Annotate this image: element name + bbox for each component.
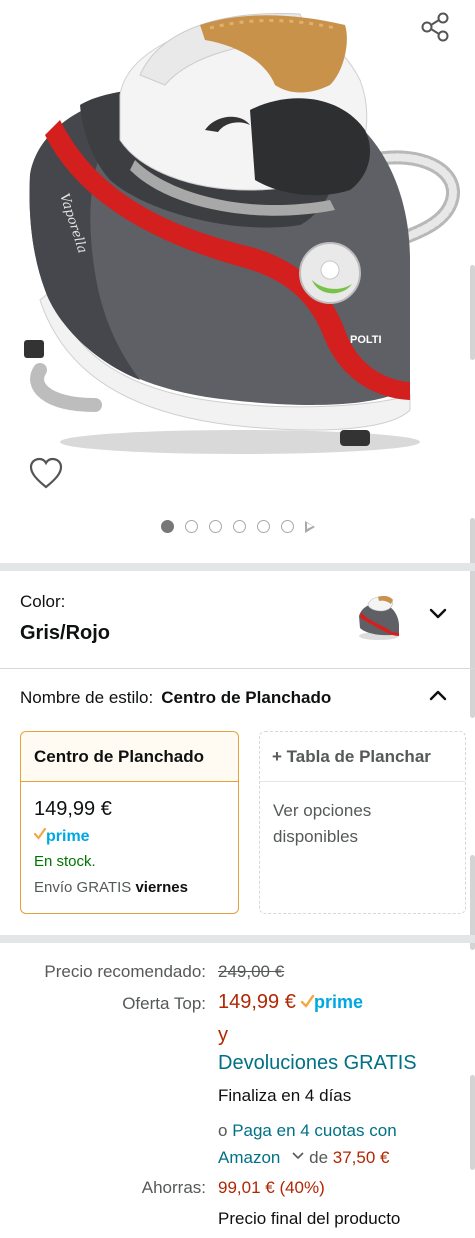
style-option-centro-de-planchado[interactable]: Centro de Planchado 149,99 € prime En st… (20, 731, 239, 914)
pagination-dot[interactable] (184, 520, 198, 533)
free-returns-link[interactable]: Devoluciones GRATIS (218, 1052, 417, 1075)
shipping-day: viernes (135, 879, 188, 896)
pagination-dot[interactable] (160, 520, 174, 533)
conjunction: y (218, 1024, 228, 1046)
style-option-tabla-de-planchar[interactable]: + Tabla de Planchar Ver opciones disponi… (259, 731, 466, 914)
deal-price: 149,99 € (218, 990, 296, 1013)
option-price: 149,99 € (34, 798, 112, 820)
pagination-dot[interactable] (256, 520, 270, 533)
pagination-dot[interactable] (208, 520, 222, 533)
pagination-dot[interactable] (232, 520, 246, 533)
pagination-dot[interactable] (280, 520, 294, 533)
installments-prefix: o (218, 1121, 233, 1140)
list-price-label: Precio recomendado: (44, 962, 206, 981)
prime-label: prime (46, 828, 90, 845)
list-price: 249,00 € (218, 962, 285, 981)
product-image[interactable]: POLTI Vaporella (0, 0, 475, 510)
installments-de: de (309, 1148, 333, 1167)
video-play-icon[interactable] (304, 520, 315, 533)
style-value: Centro de Planchado (161, 688, 332, 707)
deal-label: Oferta Top: (122, 994, 206, 1013)
chevron-down-icon[interactable] (291, 1151, 305, 1161)
image-pagination[interactable] (0, 520, 475, 533)
stock-status: En stock. (34, 853, 96, 870)
color-label: Color: (20, 592, 66, 611)
color-value: Gris/Rojo (20, 622, 111, 644)
final-price-note: Precio final del producto (218, 1209, 401, 1228)
installments-info: o Paga en 4 cuotas con Amazon de 37,50 € (218, 1117, 458, 1171)
savings-label: Ahorras: (141, 1178, 206, 1197)
scroll-indicator (470, 518, 475, 718)
color-swatch-thumbnail[interactable] (354, 592, 404, 644)
prime-badge: prime (300, 992, 363, 1012)
option-note: Ver opciones disponibles (273, 801, 372, 846)
option-name: Centro de Planchado (21, 732, 238, 782)
chevron-down-icon[interactable] (427, 603, 449, 625)
product-gallery[interactable]: POLTI Vaporella (0, 0, 475, 560)
option-name: + Tabla de Planchar (260, 732, 465, 782)
prime-badge: prime (34, 827, 90, 845)
section-divider (0, 935, 475, 943)
scroll-indicator (470, 265, 475, 360)
scroll-indicator (470, 1075, 475, 1170)
section-divider (0, 563, 475, 571)
brand-logo-text: POLTI (350, 334, 382, 346)
shipping-prefix: Envío GRATIS (34, 879, 132, 896)
style-label-text: Nombre de estilo: (20, 688, 154, 707)
heart-icon[interactable] (28, 456, 64, 492)
style-label[interactable]: Nombre de estilo: Centro de Planchado (20, 688, 331, 708)
installments-amount: 37,50 € (332, 1148, 390, 1167)
prime-label: prime (314, 992, 363, 1012)
share-icon[interactable] (418, 10, 452, 44)
savings-value: 99,01 € (40%) (218, 1178, 325, 1197)
chevron-up-icon[interactable] (427, 684, 449, 706)
section-divider (0, 668, 475, 669)
shipping-info: Envío GRATIS viernes (34, 879, 188, 896)
deal-ends-text: Finaliza en 4 días (218, 1086, 352, 1105)
deal-price-row: 149,99 € prime (218, 990, 371, 1014)
